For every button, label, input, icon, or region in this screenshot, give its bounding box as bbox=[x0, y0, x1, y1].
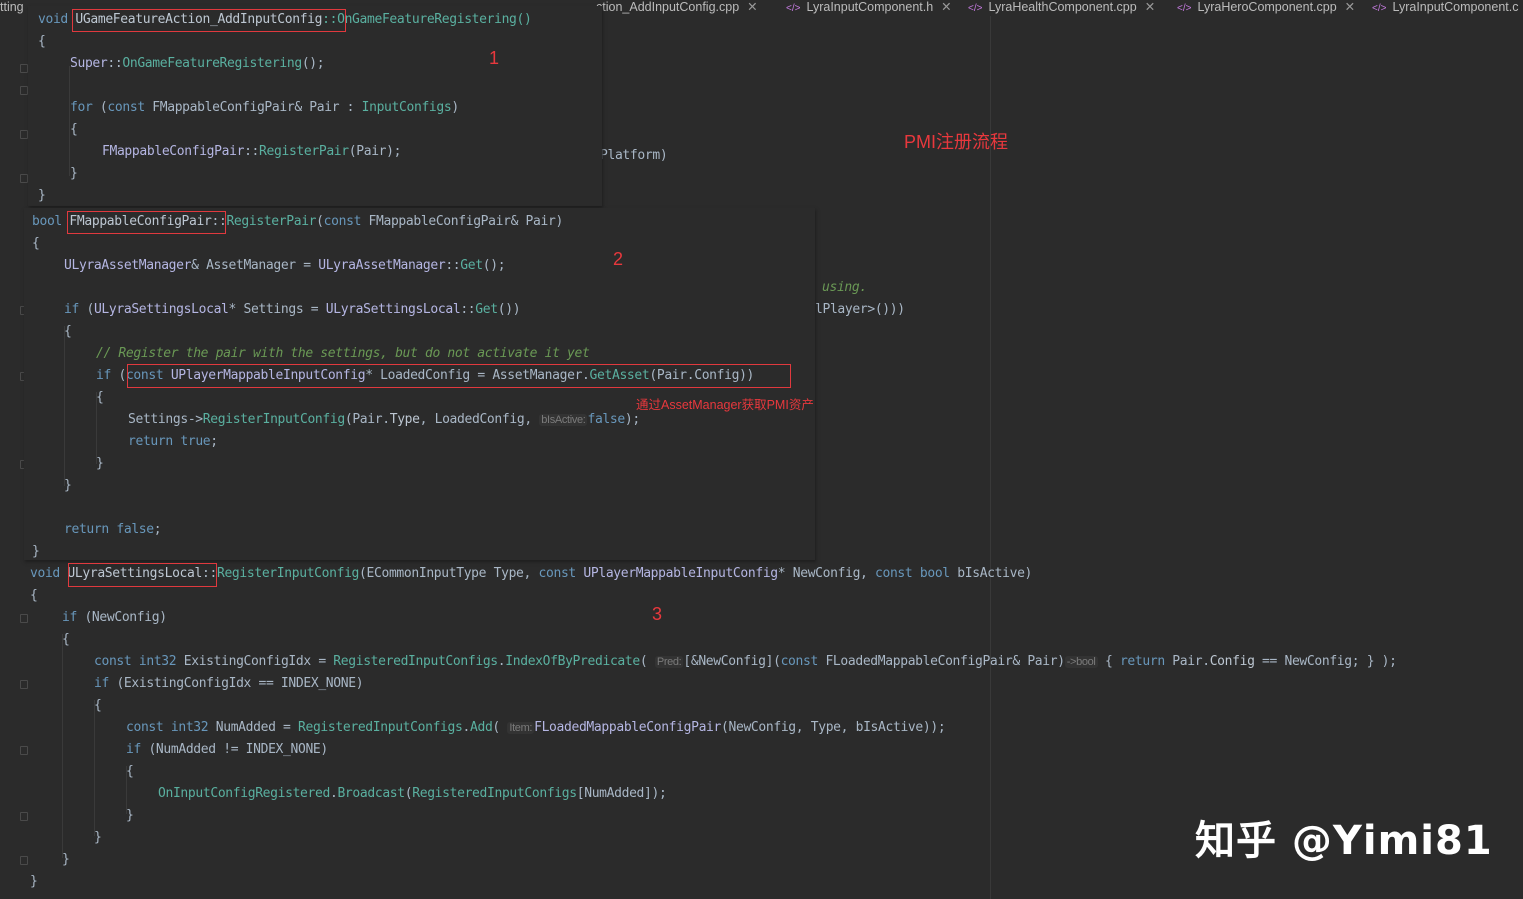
cpp-file-icon: </> bbox=[1372, 3, 1387, 14]
highlight-box-class-3 bbox=[68, 563, 217, 587]
code-line: if (NumAdded != INDEX_NONE) bbox=[126, 742, 328, 757]
code-line: { bbox=[64, 324, 72, 339]
code-line: FMappableConfigPair::RegisterPair(Pair); bbox=[102, 144, 402, 159]
fold-marker-icon[interactable] bbox=[20, 680, 28, 689]
parameter-hint: bIsActive: bbox=[539, 414, 588, 426]
step-number-1: 1 bbox=[489, 48, 500, 68]
note-get-asset: 通过AssetManager获取PMI资产 bbox=[636, 398, 814, 412]
indent-guide bbox=[64, 326, 65, 486]
code-snippet-1: void UGameFeatureAction_AddInputConfig::… bbox=[28, 6, 602, 206]
code-line: { bbox=[126, 764, 134, 779]
code-line: if (ULyraSettingsLocal* Settings = ULyra… bbox=[64, 302, 521, 317]
cpp-file-icon: </> bbox=[968, 3, 983, 14]
code-line: if (ExistingConfigIdx == INDEX_NONE) bbox=[94, 676, 364, 691]
tab-add-input-config-cpp[interactable]: ction_AddInputConfig.cpp ✕ bbox=[596, 0, 758, 16]
fold-marker-icon[interactable] bbox=[20, 856, 28, 865]
indent-guide bbox=[94, 700, 95, 836]
code-line: Settings->RegisterInputConfig(Pair.Type,… bbox=[128, 412, 640, 427]
code-line: } bbox=[62, 852, 70, 867]
highlight-box-class-1 bbox=[72, 9, 346, 32]
code-line: ULyraAssetManager& AssetManager = ULyraA… bbox=[64, 258, 506, 273]
code-line: { bbox=[32, 236, 40, 251]
bg-code-comment-fragment: using. bbox=[822, 280, 867, 295]
bg-code-fragment: Platform) bbox=[600, 148, 668, 163]
fold-marker-icon[interactable] bbox=[20, 746, 28, 755]
code-line: for (const FMappableConfigPair& Pair : I… bbox=[70, 100, 459, 115]
fold-marker-icon[interactable] bbox=[20, 174, 28, 183]
tab-label: LyraHealthComponent.cpp bbox=[988, 0, 1137, 14]
code-line: } bbox=[94, 830, 102, 845]
code-line: } bbox=[70, 166, 78, 181]
code-line: OnInputConfigRegistered.Broadcast(Regist… bbox=[158, 786, 667, 801]
code-line: } bbox=[96, 456, 104, 471]
tab-label: LyraHeroComponent.cpp bbox=[1197, 0, 1337, 14]
indent-guide bbox=[69, 66, 70, 176]
code-line: { bbox=[70, 122, 78, 137]
tab-label: LyraInputComponent.h bbox=[806, 0, 934, 14]
code-line: } bbox=[38, 188, 46, 203]
step-number-2: 2 bbox=[613, 249, 624, 269]
code-line: const int32 ExistingConfigIdx = Register… bbox=[94, 654, 1397, 669]
code-line: return false; bbox=[64, 522, 162, 537]
code-line: { bbox=[96, 390, 104, 405]
tab-lyra-input-component-h[interactable]: </> LyraInputComponent.h ✕ bbox=[786, 0, 952, 16]
code-line: { bbox=[62, 632, 70, 647]
code-line: } bbox=[126, 808, 134, 823]
code-line: const int32 NumAdded = RegisteredInputCo… bbox=[126, 720, 946, 735]
tab-label: ction_AddInputConfig.cpp bbox=[596, 0, 740, 14]
tab-lyra-health-component-cpp[interactable]: </> LyraHealthComponent.cpp ✕ bbox=[968, 0, 1155, 16]
tab-lyra-hero-component-cpp[interactable]: </> LyraHeroComponent.cpp ✕ bbox=[1177, 0, 1355, 16]
return-type-hint: ->bool bbox=[1064, 656, 1098, 668]
code-line: } bbox=[32, 544, 40, 559]
highlight-box-get-asset bbox=[127, 364, 791, 388]
code-line: { bbox=[94, 698, 102, 713]
code-line: { bbox=[30, 588, 38, 603]
diagram-title: PMI注册流程 bbox=[904, 132, 1009, 152]
zhihu-watermark: 知乎 @Yimi81 bbox=[1195, 818, 1493, 864]
step-number-3: 3 bbox=[652, 604, 663, 624]
code-line: Super::OnGameFeatureRegistering(); bbox=[70, 56, 325, 71]
highlight-box-class-2 bbox=[67, 211, 226, 234]
header-file-icon: </> bbox=[786, 3, 801, 14]
code-comment: // Register the pair with the settings, … bbox=[96, 346, 590, 361]
code-line: } bbox=[30, 874, 38, 889]
tab-lyra-input-component-cpp[interactable]: </> LyraInputComponent.c bbox=[1372, 0, 1518, 16]
fold-marker-icon[interactable] bbox=[20, 86, 28, 95]
fold-marker-icon[interactable] bbox=[20, 614, 28, 623]
fold-marker-icon[interactable] bbox=[20, 64, 28, 73]
cpp-file-icon: </> bbox=[1177, 3, 1192, 14]
fold-marker-icon[interactable] bbox=[20, 130, 28, 139]
code-line: return true; bbox=[128, 434, 218, 449]
parameter-hint: Pred: bbox=[654, 656, 684, 668]
tab-partial-left[interactable]: tting bbox=[0, 0, 24, 16]
indent-guide bbox=[62, 634, 63, 858]
bg-code-fragment: lPlayer>())) bbox=[815, 302, 905, 317]
tab-label: LyraInputComponent.c bbox=[1392, 0, 1519, 14]
code-line: if (NewConfig) bbox=[62, 610, 167, 625]
fold-marker-icon[interactable] bbox=[20, 812, 28, 821]
close-icon[interactable]: ✕ bbox=[1145, 0, 1155, 14]
tab-label: tting bbox=[0, 0, 24, 14]
parameter-hint: Item: bbox=[507, 722, 535, 734]
code-line: } bbox=[64, 478, 72, 493]
close-icon[interactable]: ✕ bbox=[1345, 0, 1355, 14]
code-line: { bbox=[38, 34, 46, 49]
close-icon[interactable]: ✕ bbox=[747, 0, 757, 14]
close-icon[interactable]: ✕ bbox=[941, 0, 951, 14]
